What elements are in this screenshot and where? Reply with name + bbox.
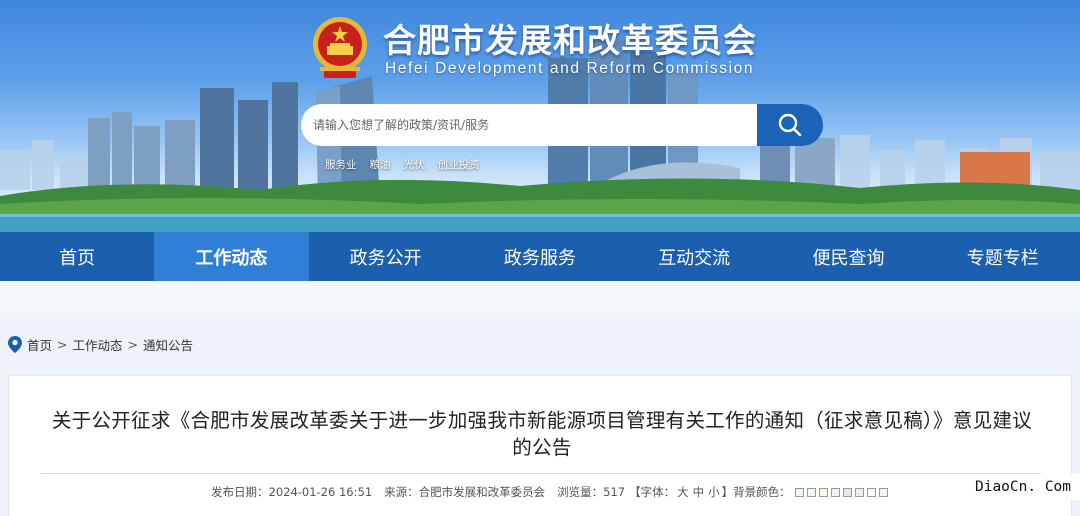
bg-color-swatch[interactable]: [806, 487, 816, 497]
breadcrumb-work-news[interactable]: 工作动态: [73, 335, 123, 354]
breadcrumb: 首页 > 工作动态 > 通知公告: [8, 335, 193, 354]
bg-color-swatch[interactable]: [854, 487, 864, 497]
location-pin-icon: [8, 336, 22, 353]
site-title: 合肥市发展和改革委员会: [383, 21, 757, 60]
hot-word-link[interactable]: 创业投资: [438, 157, 480, 172]
bg-color-swatches: [794, 487, 888, 497]
font-size-medium[interactable]: 中: [693, 484, 705, 500]
bg-color-swatch[interactable]: [830, 487, 840, 497]
nav-item-work-news[interactable]: 工作动态: [154, 232, 309, 281]
article-meta: 发布日期： 2024-01-26 16:51 来源： 合肥市发展和改革委员会 浏…: [211, 484, 888, 500]
source: 合肥市发展和改革委员会: [418, 485, 546, 499]
search-box: [301, 104, 823, 146]
font-size-label: 【字体：: [629, 485, 676, 499]
breadcrumb-notices: 通知公告: [143, 338, 194, 353]
bg-color-swatch[interactable]: [818, 487, 828, 497]
header-banner: 合肥市发展和改革委员会 Hefei Development and Reform…: [0, 0, 1080, 232]
hot-words: 服务业 粮油 光伏 创业投资: [325, 157, 480, 172]
breadcrumb-separator: >: [57, 337, 68, 352]
search-button[interactable]: [757, 104, 823, 146]
hot-word-link[interactable]: 光伏: [404, 157, 425, 172]
bg-color-label: 背景颜色：: [733, 485, 791, 499]
main-nav: 首页 工作动态 政务公开 政务服务 互动交流 便民查询 专题专栏: [0, 232, 1080, 281]
search-icon: [778, 113, 802, 137]
bg-color-swatch[interactable]: [866, 487, 876, 497]
views-label: 浏览量：: [557, 485, 604, 499]
font-size-small[interactable]: 小: [708, 484, 720, 500]
nav-item-special-topics[interactable]: 专题专栏: [926, 232, 1080, 281]
hot-word-link[interactable]: 服务业: [325, 157, 357, 172]
publish-date-label: 发布日期：: [211, 485, 269, 499]
watermark: DiaoCn. Com: [966, 474, 1080, 500]
national-emblem-icon: [313, 17, 367, 78]
article-title: 关于公开征求《合肥市发展改革委关于进一步加强我市新能源项目管理有关工作的通知（征…: [51, 409, 1033, 459]
source-label: 来源：: [384, 485, 419, 499]
view-count: 517: [603, 485, 626, 499]
site-subtitle: Hefei Development and Reform Commission: [385, 60, 755, 77]
hot-word-link[interactable]: 粮油: [370, 157, 391, 172]
nav-item-gov-disclosure[interactable]: 政务公开: [309, 232, 463, 281]
breadcrumb-home[interactable]: 首页: [27, 335, 52, 354]
sub-nav-bar: [0, 281, 1080, 313]
article-card: 关于公开征求《合肥市发展改革委关于进一步加强我市新能源项目管理有关工作的通知（征…: [8, 375, 1072, 516]
bg-color-swatch[interactable]: [878, 487, 888, 497]
nav-item-interaction[interactable]: 互动交流: [617, 232, 771, 281]
font-size-large[interactable]: 大: [677, 484, 689, 500]
font-size-close: 】: [721, 485, 734, 499]
breadcrumb-separator: >: [127, 337, 138, 352]
bg-color-swatch[interactable]: [794, 487, 804, 497]
bg-color-swatch[interactable]: [842, 487, 852, 497]
nav-item-gov-services[interactable]: 政务服务: [463, 232, 617, 281]
nav-item-convenience-query[interactable]: 便民查询: [771, 232, 925, 281]
title-divider: [41, 473, 1041, 474]
nav-item-home[interactable]: 首页: [0, 232, 154, 281]
publish-date: 2024-01-26 16:51: [268, 485, 373, 499]
search-input[interactable]: [301, 104, 759, 146]
